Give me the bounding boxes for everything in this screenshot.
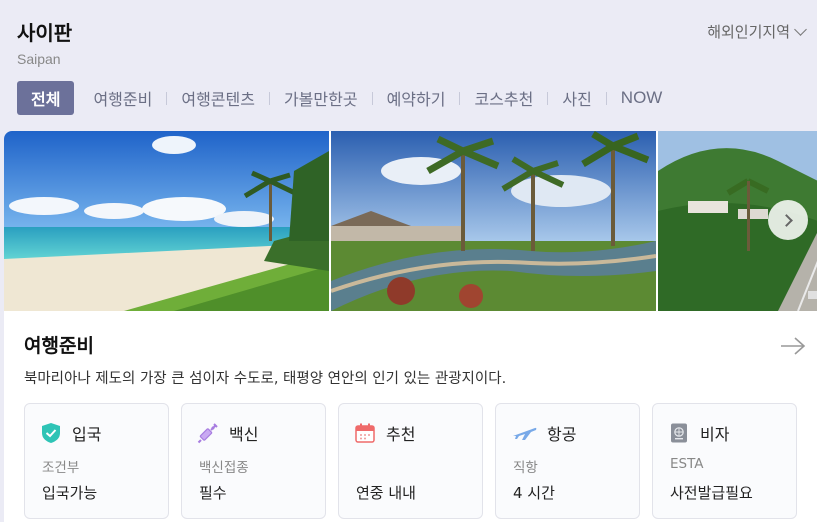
tab-photos[interactable]: 사진 (551, 86, 602, 110)
tab-course[interactable]: 코스추천 (463, 86, 544, 110)
page-subtitle: Saipan (17, 51, 61, 67)
arrow-right-icon[interactable] (780, 336, 806, 356)
destination-card: 여행준비 북마리아나 제도의 가장 큰 섬이자 수도로, 태평양 연안의 인기 … (4, 131, 817, 522)
tab-places[interactable]: 가볼만한곳 (273, 86, 369, 110)
resort-photo-image (331, 131, 656, 311)
page-title: 사이판 (17, 21, 73, 45)
tab-divider (371, 91, 373, 105)
info-card-title: 항공 (547, 425, 577, 444)
info-card-key: 직항 (513, 460, 538, 476)
passport-icon (671, 423, 687, 443)
info-card-entry[interactable]: 입국 조건부 입국가능 (24, 403, 169, 519)
section-title: 여행준비 (24, 335, 94, 357)
category-tabs: 전체 여행준비 여행콘텐츠 가볼만한곳 예약하기 코스추천 사진 NOW (17, 80, 673, 116)
info-card-key: ESTA (670, 456, 704, 472)
resort-photo[interactable] (331, 131, 656, 311)
info-card-recommend[interactable]: 추천 연중 내내 (338, 403, 483, 519)
tab-all[interactable]: 전체 (17, 81, 75, 115)
tab-divider (268, 91, 270, 105)
info-card-visa[interactable]: 비자 ESTA 사전발급필요 (652, 403, 797, 519)
tab-divider (547, 91, 549, 105)
info-card-value: 필수 (199, 484, 227, 502)
info-card-vaccine[interactable]: 백신 백신접종 필수 (181, 403, 326, 519)
syringe-icon (197, 423, 218, 444)
info-card-title: 백신 (229, 425, 259, 444)
beach-photo-image (4, 131, 329, 311)
airplane-icon (513, 427, 537, 440)
travel-info-cards: 입국 조건부 입국가능 백신 백신접종 필수 추천 연중 내내 항공 직항 4 … (24, 403, 797, 519)
tab-divider (605, 91, 607, 105)
tab-now[interactable]: NOW (610, 88, 674, 108)
region-select-label: 해외인기지역 (707, 23, 790, 41)
beach-photo[interactable] (4, 131, 329, 311)
section-description: 북마리아나 제도의 가장 큰 섬이자 수도로, 태평양 연안의 인기 있는 관광… (24, 371, 507, 387)
info-card-title: 입국 (72, 425, 102, 444)
chevron-down-icon (794, 22, 807, 36)
info-card-key: 백신접종 (199, 460, 249, 476)
info-card-title: 추천 (386, 425, 416, 444)
carousel-next-button[interactable] (768, 200, 808, 240)
tab-booking[interactable]: 예약하기 (376, 86, 457, 110)
photo-carousel (4, 131, 817, 311)
info-card-key: 조건부 (42, 460, 80, 476)
calendar-icon (355, 423, 375, 443)
region-select[interactable]: 해외인기지역 (707, 21, 807, 42)
tab-travel-prep[interactable]: 여행준비 (82, 86, 163, 110)
info-card-flight[interactable]: 항공 직항 4 시간 (495, 403, 640, 519)
shield-check-icon (42, 423, 60, 443)
info-card-value: 연중 내내 (356, 484, 416, 502)
info-card-value: 사전발급필요 (670, 484, 753, 502)
info-card-title: 비자 (700, 425, 730, 444)
chevron-right-icon (780, 213, 793, 227)
tab-divider (459, 91, 461, 105)
tab-divider (166, 91, 168, 105)
info-card-value: 4 시간 (513, 484, 555, 502)
tab-travel-content[interactable]: 여행콘텐츠 (170, 86, 266, 110)
info-card-value: 입국가능 (42, 484, 98, 502)
